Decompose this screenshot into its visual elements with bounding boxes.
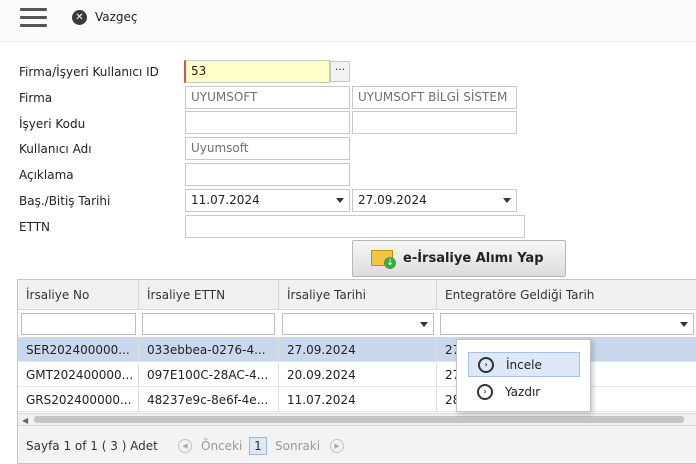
- company-label: Firma: [19, 91, 53, 105]
- company-code-field[interactable]: UYUMSOFT: [185, 86, 350, 109]
- chevron-down-icon: [420, 322, 428, 327]
- scrollbar-thumb[interactable]: [34, 416, 684, 423]
- date-range-label: Baş./Bitiş Tarihi: [19, 194, 111, 208]
- pager: Sayfa 1 of 1 ( 3 ) Adet ◀ Önceki 1 Sonra…: [18, 425, 696, 463]
- user-id-field[interactable]: 53: [184, 60, 330, 83]
- hamburger-icon[interactable]: [20, 8, 48, 28]
- start-date-value: 11.07.2024: [191, 193, 260, 207]
- column-header-dispatch-no[interactable]: İrsaliye No: [18, 280, 139, 310]
- workplace-name-field[interactable]: [352, 111, 517, 134]
- ettn-field[interactable]: [185, 215, 525, 238]
- chevron-down-icon: [503, 198, 511, 203]
- cell-dispatch-no: SER202400000...: [18, 338, 139, 362]
- menu-item-label: Yazdır: [505, 384, 541, 399]
- workplace-code-label: İşyeri Kodu: [19, 117, 86, 131]
- cell-dispatch-ettn: 097E100C-28AC-4...: [139, 363, 279, 387]
- chevron-down-icon: [680, 322, 688, 327]
- dispatch-grid: İrsaliye No İrsaliye ETTN İrsaliye Tarih…: [17, 279, 696, 464]
- filter-dispatch-ettn[interactable]: [142, 313, 275, 335]
- chevron-right-circle-icon: ›: [478, 356, 494, 373]
- description-label: Açıklama: [19, 168, 74, 182]
- filter-row: [18, 310, 696, 338]
- chevron-left-circle-icon[interactable]: ◀: [178, 439, 192, 453]
- scroll-left-icon[interactable]: ◀: [22, 416, 28, 425]
- cell-dispatch-date: 20.09.2024: [279, 363, 437, 387]
- filter-dispatch-no[interactable]: [21, 313, 136, 335]
- table-row[interactable]: GRS202400000... 48237e9c-8e6f-4e... 11.0…: [18, 388, 696, 412]
- username-field[interactable]: Uyumsoft: [185, 137, 350, 160]
- next-page-button[interactable]: Sonraki: [275, 439, 320, 453]
- cell-dispatch-no: GMT202400000...: [18, 363, 139, 387]
- cell-dispatch-date: 27.09.2024: [279, 338, 437, 362]
- cell-dispatch-date: 11.07.2024: [279, 388, 437, 412]
- filter-dispatch-date[interactable]: [282, 313, 434, 335]
- table-row[interactable]: GMT202400000... 097E100C-28AC-4... 20.09…: [18, 363, 696, 387]
- workplace-code-field[interactable]: [185, 111, 350, 134]
- chevron-right-circle-icon[interactable]: ▶: [330, 439, 344, 453]
- pager-summary: Sayfa 1 of 1 ( 3 ) Adet: [26, 439, 158, 453]
- table-row[interactable]: SER202400000... 033ebbea-0276-4... 27.09…: [18, 338, 696, 362]
- receive-dispatch-label: e-İrsaliye Alımı Yap: [403, 251, 544, 266]
- receive-dispatch-button[interactable]: ↓ e-İrsaliye Alımı Yap: [352, 240, 566, 277]
- user-id-lookup-button[interactable]: ···: [330, 61, 350, 82]
- previous-page-button[interactable]: Önceki: [201, 439, 242, 453]
- cancel-label: Vazgeç: [95, 10, 138, 24]
- close-circle-icon: ✕: [72, 9, 87, 25]
- top-bar: ✕ Vazgeç: [0, 0, 696, 42]
- column-header-dispatch-ettn[interactable]: İrsaliye ETTN: [139, 280, 279, 310]
- end-date-dropdown[interactable]: 27.09.2024: [352, 189, 517, 212]
- grid-header: İrsaliye No İrsaliye ETTN İrsaliye Tarih…: [18, 280, 696, 310]
- chevron-right-circle-icon: ›: [477, 383, 493, 400]
- cell-dispatch-ettn: 48237e9c-8e6f-4e...: [139, 388, 279, 412]
- user-id-label: Firma/İşyeri Kullanıcı ID: [19, 65, 159, 79]
- column-header-integrator-date[interactable]: Entegratöre Geldiği Tarih: [437, 280, 696, 310]
- company-name-field[interactable]: UYUMSOFT BİLGİ SİSTEM: [352, 86, 517, 109]
- row-context-menu: › İncele › Yazdır: [456, 339, 591, 412]
- end-date-value: 27.09.2024: [358, 193, 427, 207]
- menu-item-print[interactable]: › Yazdır: [468, 379, 580, 404]
- menu-item-inspect[interactable]: › İncele: [468, 352, 580, 377]
- cancel-button[interactable]: ✕ Vazgeç: [72, 9, 138, 25]
- cell-dispatch-ettn: 033ebbea-0276-4...: [139, 338, 279, 362]
- ettn-label: ETTN: [19, 220, 51, 234]
- description-field[interactable]: [185, 163, 350, 186]
- start-date-dropdown[interactable]: 11.07.2024: [185, 189, 350, 212]
- menu-item-label: İncele: [506, 357, 542, 372]
- username-label: Kullanıcı Adı: [19, 142, 92, 156]
- filter-integrator-date[interactable]: [440, 313, 694, 335]
- current-page-button[interactable]: 1: [249, 437, 267, 455]
- envelope-download-icon: ↓: [371, 248, 397, 270]
- column-header-dispatch-date[interactable]: İrsaliye Tarihi: [279, 280, 437, 310]
- chevron-down-icon: [336, 198, 344, 203]
- horizontal-scrollbar[interactable]: ◀: [18, 413, 696, 425]
- cell-dispatch-no: GRS202400000...: [18, 388, 139, 412]
